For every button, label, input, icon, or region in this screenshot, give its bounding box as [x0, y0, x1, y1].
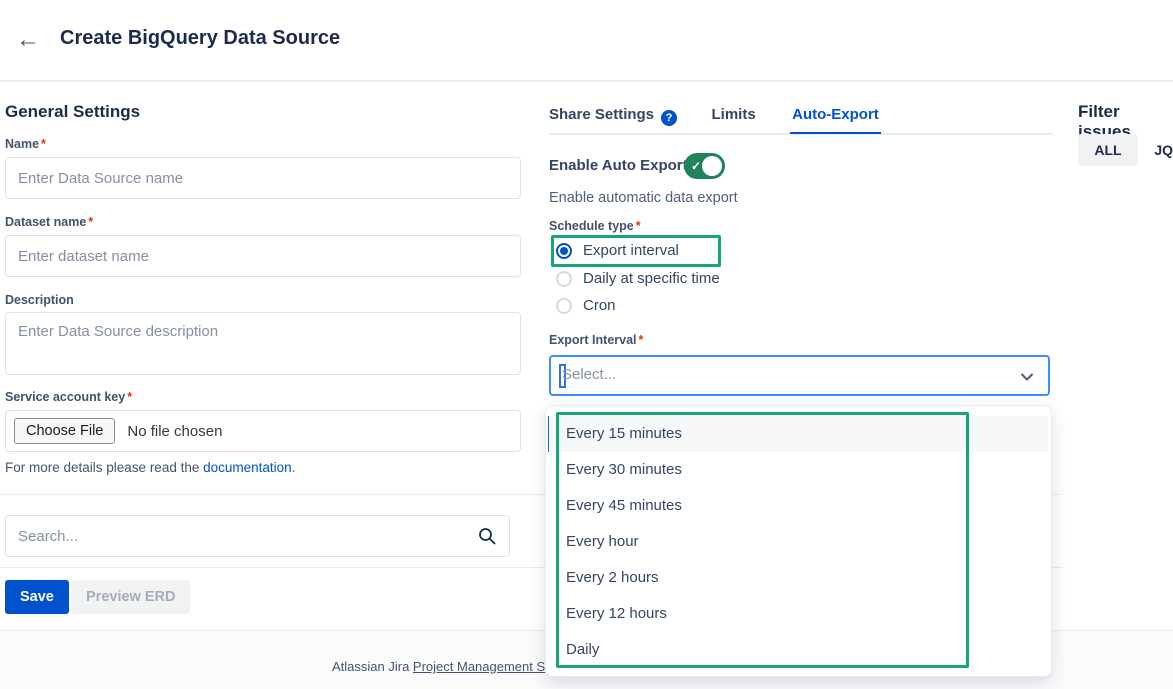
auto-export-toggle[interactable]: ✓	[684, 153, 725, 179]
radio-checked-icon	[556, 243, 572, 259]
page-title: Create BigQuery Data Source	[60, 27, 340, 50]
option-every-hour[interactable]: Every hour	[549, 524, 1048, 560]
radio-label: Daily at specific time	[583, 270, 720, 287]
create-bigquery-data-source-page: ← Create BigQuery Data Source General Se…	[0, 0, 1173, 689]
required-asterisk: *	[127, 390, 132, 404]
documentation-hint: For more details please read the documen…	[5, 460, 295, 475]
filter-tab-all[interactable]: ALL	[1078, 134, 1138, 166]
footer-text: Atlassian Jira Project Management S	[332, 659, 545, 674]
tab-limits[interactable]: Limits	[711, 106, 755, 132]
dropdown-options-list: Every 15 minutes Every 30 minutes Every …	[549, 416, 1048, 668]
footer-link[interactable]: Project Management S	[413, 659, 545, 674]
option-every-45-minutes[interactable]: Every 45 minutes	[549, 488, 1048, 524]
name-label: Name*	[5, 137, 46, 151]
tab-share-settings-label: Share Settings	[549, 106, 654, 123]
documentation-link[interactable]: documentation	[203, 460, 292, 475]
radio-option-cron[interactable]: Cron	[556, 297, 616, 314]
required-asterisk: *	[639, 333, 644, 347]
export-interval-select[interactable]: Select...	[549, 355, 1050, 396]
hint-period: .	[292, 460, 296, 475]
page-header: ← Create BigQuery Data Source	[0, 0, 1173, 82]
service-account-key-label: Service account key*	[5, 390, 132, 404]
search-input[interactable]	[5, 515, 510, 557]
search-icon[interactable]	[477, 526, 497, 546]
preview-erd-button[interactable]: Preview ERD	[71, 580, 190, 614]
check-icon: ✓	[691, 158, 701, 174]
select-placeholder: Select...	[562, 366, 616, 383]
chevron-down-icon	[1020, 370, 1034, 384]
help-icon[interactable]: ?	[661, 110, 677, 126]
required-asterisk: *	[636, 219, 641, 233]
option-every-2-hours[interactable]: Every 2 hours	[549, 560, 1048, 596]
radio-option-daily-at-specific-time[interactable]: Daily at specific time	[556, 270, 720, 287]
tab-auto-export[interactable]: Auto-Export	[790, 106, 881, 134]
settings-tabbar: Share Settings? Limits Auto-Export	[549, 106, 1053, 135]
description-label: Description	[5, 293, 74, 307]
filter-tab-jql[interactable]: JQL	[1138, 134, 1173, 166]
required-asterisk: *	[88, 215, 93, 229]
hint-text: For more details please read the	[5, 460, 203, 475]
tab-share-settings[interactable]: Share Settings?	[549, 106, 677, 135]
enable-auto-export-label: Enable Auto Export	[549, 157, 688, 174]
export-interval-dropdown: Every 15 minutes Every 30 minutes Every …	[545, 405, 1052, 677]
service-account-key-file-field: Choose File No file chosen	[5, 410, 521, 452]
option-every-30-minutes[interactable]: Every 30 minutes	[549, 452, 1048, 488]
required-asterisk: *	[41, 137, 46, 151]
radio-unchecked-icon	[556, 271, 572, 287]
radio-unchecked-icon	[556, 298, 572, 314]
schedule-type-label-text: Schedule type	[549, 219, 634, 233]
dataset-label-text: Dataset name	[5, 215, 86, 229]
radio-label: Export interval	[583, 242, 679, 259]
general-settings-heading: General Settings	[5, 102, 140, 122]
export-interval-label-text: Export Interval	[549, 333, 637, 347]
file-chosen-status: No file chosen	[127, 423, 222, 440]
enable-auto-export-row: Enable Auto Export ✓	[549, 153, 688, 179]
auto-export-hint: Enable automatic data export	[549, 190, 738, 206]
radio-option-export-interval[interactable]: Export interval	[556, 242, 679, 259]
save-button[interactable]: Save	[5, 580, 69, 614]
dataset-name-label: Dataset name*	[5, 215, 93, 229]
option-every-15-minutes[interactable]: Every 15 minutes	[549, 416, 1048, 452]
option-every-12-hours[interactable]: Every 12 hours	[549, 596, 1048, 632]
radio-label: Cron	[583, 297, 616, 314]
description-textarea[interactable]	[5, 312, 521, 375]
back-button[interactable]: ←	[16, 26, 40, 54]
schedule-type-label: Schedule type*	[549, 219, 641, 233]
toggle-knob	[702, 156, 722, 176]
search-field	[5, 515, 510, 557]
dataset-name-input[interactable]	[5, 235, 521, 277]
name-label-text: Name	[5, 137, 39, 151]
footer-prefix: Atlassian Jira	[332, 659, 413, 674]
choose-file-button[interactable]: Choose File	[14, 418, 115, 444]
name-input[interactable]	[5, 157, 521, 199]
service-key-label-text: Service account key	[5, 390, 125, 404]
option-daily[interactable]: Daily	[549, 632, 1048, 668]
export-interval-label: Export Interval*	[549, 333, 643, 347]
